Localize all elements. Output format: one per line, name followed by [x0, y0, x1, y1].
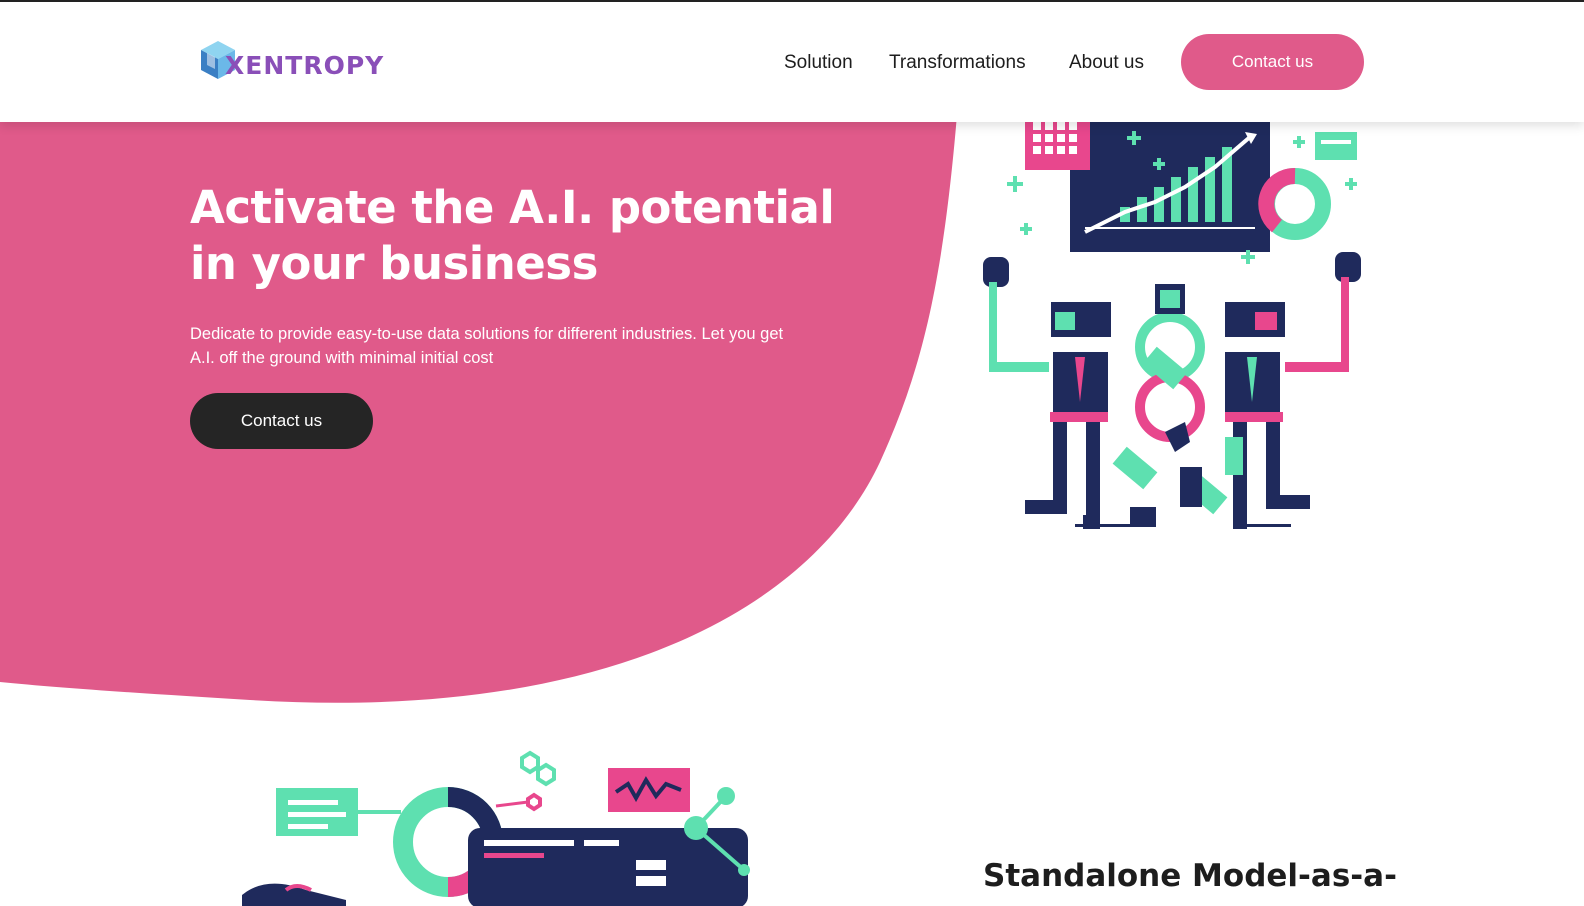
data-dashboard-illustration [242, 750, 750, 906]
nav-about-us[interactable]: About us [1069, 52, 1144, 74]
page: XENTROPY Solution Transformations About … [0, 0, 1584, 906]
nav-solution[interactable]: Solution [784, 52, 853, 74]
hero-description: Dedicate to provide easy-to-use data sol… [190, 325, 784, 367]
hero-title: Activate the A.I. potential in your busi… [190, 181, 835, 290]
brand-logo[interactable]: XENTROPY [197, 36, 383, 86]
nav-transformations[interactable]: Transformations [889, 52, 1026, 74]
site-header: XENTROPY Solution Transformations About … [0, 2, 1584, 122]
header-contact-button[interactable]: Contact us [1181, 34, 1364, 90]
logo-text: XENTROPY [225, 50, 385, 80]
section-title: Standalone Model-as-a- [983, 858, 1397, 894]
robots-handshake-illustration [983, 112, 1361, 529]
hero-contact-button[interactable]: Contact us [190, 393, 373, 449]
